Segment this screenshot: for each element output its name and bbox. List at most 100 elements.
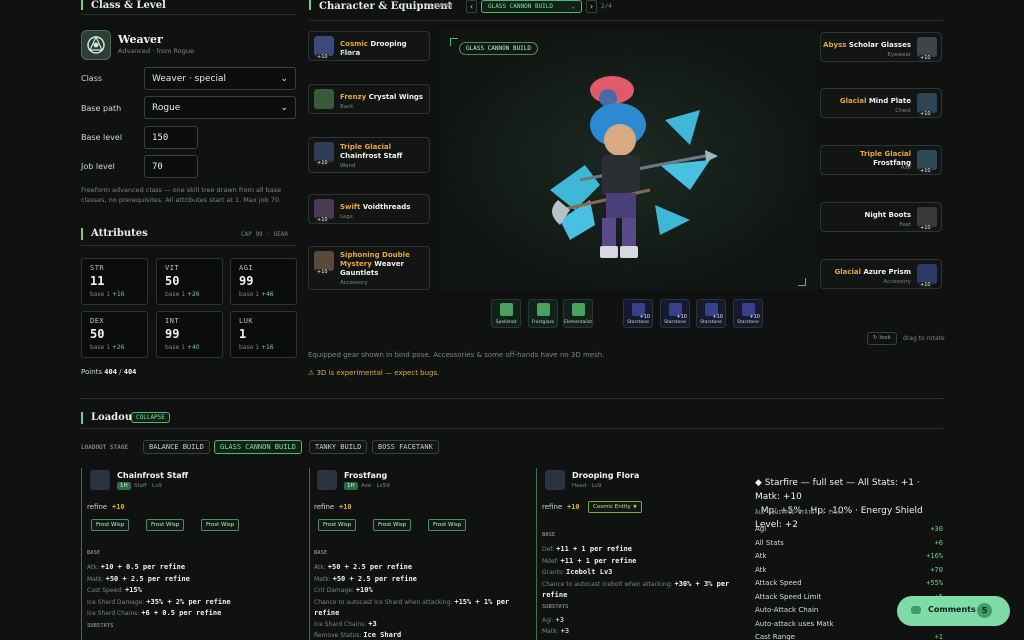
stat-value: +55% (926, 579, 943, 587)
equipped-stat-row: Atk +16% (755, 552, 943, 560)
card-slot[interactable]: Spellshot (491, 299, 521, 328)
card-label: Spellshot (495, 320, 517, 325)
stat-key: Ice Shard Damage: (87, 598, 147, 606)
stat-box-vit[interactable]: VIT 50 base 1 +26 (156, 258, 223, 305)
stat-name: DEX (90, 317, 105, 325)
points-max: 404 (123, 368, 137, 376)
socket-slot[interactable]: Frost Wisp (146, 519, 185, 531)
equipped-stat-row: Cast Range +1 (755, 633, 943, 640)
stat-name: AGI (239, 264, 254, 272)
card-icon (537, 303, 550, 316)
stat-box-luk[interactable]: LUK 1 base 1 +16 (230, 311, 297, 358)
card-slot[interactable]: Elementalist (563, 299, 593, 328)
comments-button[interactable]: Comments 5 (897, 596, 1010, 626)
stat-value: +50 + 2.5 per refine (332, 574, 417, 583)
socket-slot[interactable]: Frost Wisp (373, 519, 412, 531)
card-slot[interactable]: Frostglass (528, 299, 558, 328)
equip-slot[interactable]: Frenzy Crystal Wings Back (308, 84, 430, 114)
comment-icon (911, 606, 921, 614)
stage-tab[interactable]: TANKY BUILD (309, 440, 368, 454)
stat-line: Ice Shard Damage: +35% + 2% per refine (87, 597, 292, 608)
item-base-name: Crystal Wings (368, 93, 424, 101)
item-name: Swift Voidthreads (340, 203, 428, 212)
loadout-select[interactable]: GLASS CANNON BUILD ⌄ (481, 0, 582, 13)
class-label: Class (81, 74, 103, 83)
stat-base: base 1 +16 (239, 344, 274, 351)
equip-slot[interactable]: +10 Glacial Azure Prism Accessory (820, 259, 942, 289)
stage-tab[interactable]: GLASS CANNON BUILD (214, 440, 302, 454)
stat-box-agi[interactable]: AGI 99 base 1 +46 (230, 258, 297, 305)
model-viewport[interactable] (440, 30, 818, 290)
item-name: Frenzy Crystal Wings (340, 93, 428, 102)
equip-slot[interactable]: +10 Triple Glacial Chainfrost Staff Wand (308, 137, 430, 173)
job-level-input[interactable]: 70 (144, 155, 198, 178)
card-slot[interactable]: Starstone +10 (733, 299, 763, 328)
stat-box-dex[interactable]: DEX 50 base 1 +26 (81, 311, 148, 358)
card-slot[interactable]: Starstone +10 (623, 299, 653, 328)
divider (309, 20, 943, 21)
base-path-select[interactable]: Rogue ⌄ (144, 96, 296, 119)
collapse-button[interactable]: COLLAPSE (131, 412, 170, 423)
card-slot[interactable]: Starstone +10 (660, 299, 690, 328)
item-prefix: Cosmic (340, 40, 371, 48)
item-prefix: Triple Glacial (340, 143, 391, 151)
base-path-value: Rogue (152, 102, 181, 113)
stage-tab[interactable]: BOSS FACETANK (372, 440, 439, 454)
stat-value: +15% (125, 586, 142, 594)
socket-slot[interactable]: Frost Wisp (428, 519, 467, 531)
item-meta: Staff · Lv9 (134, 483, 162, 489)
card-slot[interactable]: Starstone +10 (696, 299, 726, 328)
class-select-value: Weaver · special (152, 73, 226, 84)
equip-slot[interactable]: +10 Swift Voidthreads Legs (308, 194, 430, 224)
equip-slot[interactable]: +10 Glacial Mind Plate Chest (820, 88, 942, 118)
viewport-corner (798, 278, 806, 286)
equip-slot[interactable]: +10 Abyss Scholar Glasses Eyewear (820, 32, 942, 62)
attributes-title: Attributes (91, 228, 148, 239)
item-level: +10 (316, 217, 329, 223)
item-thumb-icon (90, 470, 110, 490)
prev-loadout-button[interactable]: ‹ (466, 0, 477, 13)
stat-value: +3 (555, 615, 564, 624)
stat-key: Agi: (542, 616, 556, 624)
stat-value: +70 (930, 565, 943, 574)
stat-value: +30 (930, 525, 943, 533)
base-level-input[interactable]: 150 (144, 126, 198, 149)
socket-slot[interactable]: Frost Wisp (318, 519, 357, 531)
item-title: Frostfang (344, 471, 388, 480)
stat-line: Ice Shard Chains: +3 (314, 619, 519, 630)
stage-tab[interactable]: BALANCE BUILD (143, 440, 210, 454)
socket-slot[interactable]: Frost Wisp (201, 519, 240, 531)
stat-line: Mdef: +11 + 1 per refine (542, 556, 747, 567)
stat-value: +1 (934, 633, 943, 640)
item-prefix: Frenzy (340, 93, 369, 101)
stat-name: INT (165, 317, 180, 325)
item-base-name: Night Boots (864, 211, 911, 219)
entity-badge[interactable]: Cosmic Entity ★ (588, 501, 643, 513)
stat-line: Crit Damage: +10% (314, 585, 519, 596)
next-loadout-button[interactable]: › (586, 0, 597, 13)
stat-base: base 1 +46 (239, 291, 274, 298)
look-button[interactable]: ↻ look (867, 332, 897, 345)
socket-slot[interactable]: Frost Wisp (91, 519, 130, 531)
refine-label: refine (542, 503, 563, 511)
stat-value: 50 (90, 327, 105, 341)
item-column-rule (81, 468, 82, 640)
equip-slot[interactable]: +10 Night Boots Feet (820, 202, 942, 232)
stat-bonus: +16 (260, 344, 274, 351)
stat-value: +6 + 0.5 per refine (141, 609, 222, 617)
item-thumb-icon: +10 (917, 37, 937, 61)
stat-box-str[interactable]: STR 11 base 1 +16 (81, 258, 148, 305)
equip-slot[interactable]: +10 Siphoning Double Mystery Weaver Gaunt… (308, 246, 430, 290)
all-stats-count: 10 items (817, 510, 845, 516)
stat-line: Atk: +50 + 2.5 per refine (314, 562, 519, 573)
hand-badge: 1H (344, 482, 358, 490)
base-label: BASE (87, 550, 101, 556)
stat-box-int[interactable]: INT 99 base 1 +40 (156, 311, 223, 358)
class-select[interactable]: Weaver · special ⌄ (144, 67, 296, 90)
stat-bonus: +46 (260, 291, 274, 298)
equip-slot[interactable]: +10 Cosmic Drooping Flora Head (308, 31, 430, 61)
viewport-corner (450, 38, 458, 46)
equip-slot[interactable]: +10 Triple Glacial Frostfang Axe (820, 145, 942, 175)
divider (81, 245, 296, 246)
stat-key: Cast Speed: (87, 587, 125, 594)
